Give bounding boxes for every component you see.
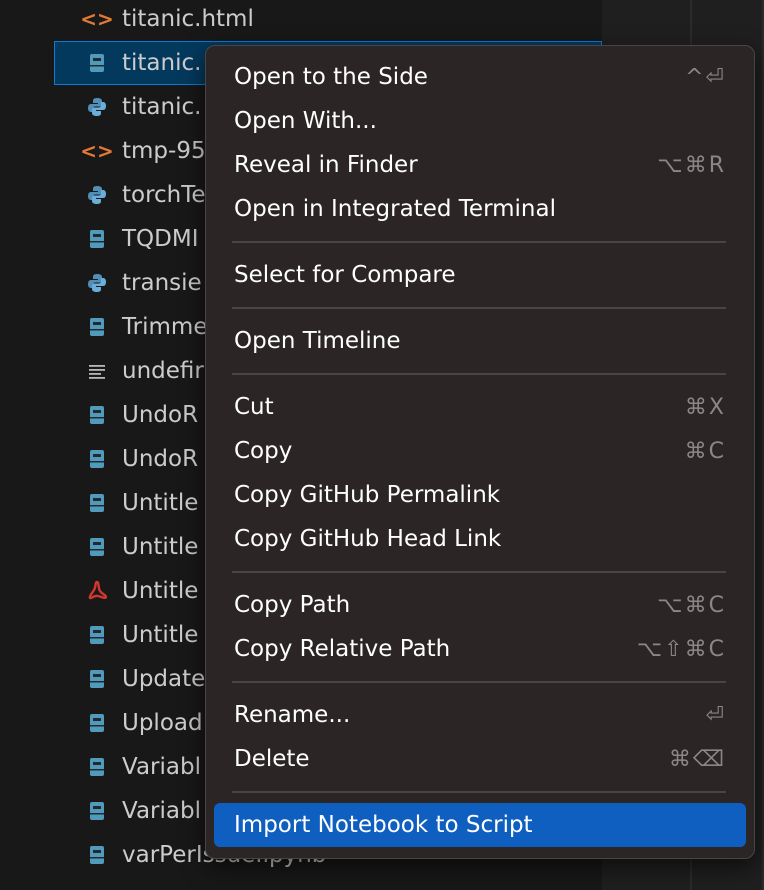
menu-item-open-timeline[interactable]: Open Timeline	[214, 319, 746, 363]
notebook-icon	[86, 624, 108, 646]
shortcut-hint: ⏎	[705, 702, 726, 728]
menu-item-copy-github-head-link[interactable]: Copy GitHub Head Link	[214, 517, 746, 561]
notebook-icon	[86, 800, 108, 822]
menu-item-open-to-the-side[interactable]: Open to the Side ^⏎	[214, 55, 746, 99]
menu-item-label: Cut	[234, 394, 274, 420]
menu-item-copy-github-permalink[interactable]: Copy GitHub Permalink	[214, 473, 746, 517]
file-name: undefir	[122, 358, 204, 384]
menu-item-label: Copy	[234, 438, 293, 464]
menu-item-delete[interactable]: Delete ⌘⌫	[214, 737, 746, 781]
file-name: Untitle	[122, 622, 199, 648]
menu-item-copy-path[interactable]: Copy Path ⌥⌘C	[214, 583, 746, 627]
notebook-icon	[86, 668, 108, 690]
file-name: Untitle	[122, 578, 199, 604]
shortcut-hint: ⌥⌘C	[657, 592, 726, 618]
menu-item-label: Copy Relative Path	[234, 636, 451, 662]
file-name: TQDMI	[122, 226, 199, 252]
pdf-icon	[86, 580, 108, 602]
file-row[interactable]: <> titanic.html	[54, 0, 602, 41]
menu-item-label: Rename...	[234, 702, 351, 728]
menu-item-open-in-integrated-terminal[interactable]: Open in Integrated Terminal	[214, 187, 746, 231]
menu-item-import-notebook-to-script[interactable]: Import Notebook to Script	[214, 803, 746, 847]
menu-separator	[232, 241, 726, 243]
notebook-icon	[86, 756, 108, 778]
html-icon: <>	[80, 7, 114, 31]
activity-bar	[0, 0, 54, 890]
file-name: Untitle	[122, 534, 199, 560]
shortcut-hint: ⌘X	[684, 394, 726, 420]
text-icon	[86, 360, 108, 382]
menu-item-copy[interactable]: Copy ⌘C	[214, 429, 746, 473]
file-name: torchTe	[122, 182, 206, 208]
menu-item-label: Select for Compare	[234, 262, 456, 288]
file-name: titanic.	[122, 94, 202, 120]
shortcut-hint: ^⏎	[685, 64, 726, 90]
file-name: titanic.html	[122, 6, 254, 32]
notebook-icon	[86, 448, 108, 470]
file-name: Untitle	[122, 490, 199, 516]
python-icon	[86, 272, 108, 294]
file-name: Variabl	[122, 754, 201, 780]
python-icon	[86, 96, 108, 118]
file-name: Trimme	[122, 314, 208, 340]
menu-item-label: Open in Integrated Terminal	[234, 196, 556, 222]
menu-item-cut[interactable]: Cut ⌘X	[214, 385, 746, 429]
menu-item-reveal-in-finder[interactable]: Reveal in Finder ⌥⌘R	[214, 143, 746, 187]
file-name: Variabl	[122, 798, 201, 824]
file-name: UndoR	[122, 446, 199, 472]
notebook-icon	[86, 712, 108, 734]
shortcut-hint: ⌥⌘R	[657, 152, 726, 178]
menu-item-rename[interactable]: Rename... ⏎	[214, 693, 746, 737]
shortcut-hint: ⌘C	[684, 438, 726, 464]
notebook-icon	[86, 316, 108, 338]
notebook-icon	[86, 228, 108, 250]
file-name: Update	[122, 666, 206, 692]
menu-separator	[232, 571, 726, 573]
notebook-icon	[86, 52, 108, 74]
menu-item-label: Copy Path	[234, 592, 351, 618]
file-name: transie	[122, 270, 202, 296]
menu-separator	[232, 373, 726, 375]
shortcut-hint: ⌘⌫	[668, 746, 726, 772]
file-name: tmp-95	[122, 138, 206, 164]
menu-item-select-for-compare[interactable]: Select for Compare	[214, 253, 746, 297]
menu-item-label: Import Notebook to Script	[234, 812, 533, 838]
notebook-icon	[86, 536, 108, 558]
menu-item-label: Open Timeline	[234, 328, 401, 354]
python-icon	[86, 184, 108, 206]
menu-item-open-with[interactable]: Open With...	[214, 99, 746, 143]
menu-item-label: Reveal in Finder	[234, 152, 418, 178]
menu-separator	[232, 681, 726, 683]
menu-item-copy-relative-path[interactable]: Copy Relative Path ⌥⇧⌘C	[214, 627, 746, 671]
menu-item-label: Delete	[234, 746, 310, 772]
menu-item-label: Copy GitHub Head Link	[234, 526, 502, 552]
notebook-icon	[86, 492, 108, 514]
menu-separator	[232, 791, 726, 793]
html-icon: <>	[80, 139, 114, 163]
menu-item-label: Open With...	[234, 108, 377, 134]
menu-item-label: Open to the Side	[234, 64, 428, 90]
file-name: Upload	[122, 710, 203, 736]
notebook-icon	[86, 404, 108, 426]
shortcut-hint: ⌥⇧⌘C	[636, 636, 726, 662]
notebook-icon	[86, 844, 108, 866]
file-name: titanic.	[122, 50, 202, 76]
context-menu: Open to the Side ^⏎ Open With... Reveal in …	[205, 45, 755, 859]
menu-separator	[232, 307, 726, 309]
menu-item-label: Copy GitHub Permalink	[234, 482, 501, 508]
file-name: UndoR	[122, 402, 199, 428]
